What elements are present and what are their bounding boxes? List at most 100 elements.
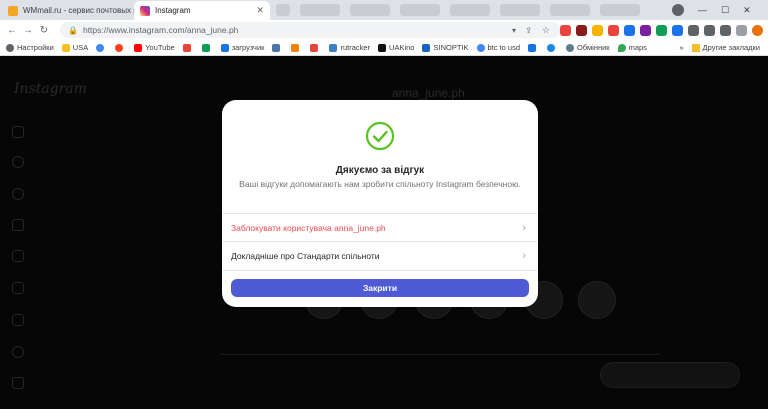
back-icon[interactable]: ←: [4, 25, 20, 36]
tab-instagram[interactable]: Instagram ✕: [134, 1, 270, 20]
community-standards-label: Докладніше про Стандарти спільноти: [231, 251, 380, 261]
reels-icon: [12, 219, 24, 231]
sidebar-item-explore[interactable]: [12, 188, 36, 200]
dialog-subtitle: Ваші відгуки допомагають нам зробити спі…: [239, 179, 521, 189]
lock-icon: 🔒: [68, 25, 78, 35]
bookmark-item[interactable]: maps: [617, 43, 647, 52]
block-user-label: Заблокувати користувача anna_june.ph: [231, 223, 386, 233]
sidebar-item-messages[interactable]: [12, 250, 36, 262]
extension-icon[interactable]: [688, 24, 699, 36]
bookmark-item[interactable]: Настройки: [6, 43, 54, 52]
exchange-icon: [566, 43, 575, 52]
bookmark-item[interactable]: USA: [61, 43, 88, 52]
bookmark-item[interactable]: Обмінник: [566, 43, 610, 52]
bookmark-item[interactable]: загрузчик: [220, 43, 264, 52]
tab-pinned[interactable]: [350, 4, 390, 16]
yandex-icon: [115, 43, 124, 52]
extension-icon[interactable]: [624, 24, 635, 36]
bookmark-item[interactable]: UAKino: [378, 43, 414, 52]
extension-icon[interactable]: [576, 24, 587, 36]
tab-pinned[interactable]: [300, 4, 340, 16]
share-icon[interactable]: ⇪: [525, 26, 532, 35]
folder-icon: [691, 43, 700, 52]
sidebar-item-home[interactable]: [12, 126, 36, 138]
tab-pinned[interactable]: [400, 4, 440, 16]
sidebar-item-reels[interactable]: [12, 219, 36, 231]
extension-icon[interactable]: [656, 24, 667, 36]
block-user-option[interactable]: Заблокувати користувача anna_june.ph ›: [222, 214, 538, 242]
bookmark-item[interactable]: rutracker: [329, 43, 370, 52]
rutracker-icon: [329, 43, 338, 52]
divider: [222, 270, 538, 271]
message-icon: [12, 250, 24, 262]
gear-icon: [6, 43, 14, 52]
google-icon: [96, 43, 105, 52]
forward-icon[interactable]: →: [20, 25, 36, 36]
search-icon: [12, 156, 24, 168]
tab-close-icon[interactable]: ✕: [252, 5, 264, 16]
download-icon: [220, 43, 229, 52]
home-icon: [12, 126, 24, 138]
bookmark-item[interactable]: [115, 43, 126, 52]
avatar-icon: [12, 346, 24, 358]
extension-icon[interactable]: [560, 24, 571, 36]
extensions-puzzle-icon[interactable]: [736, 24, 747, 36]
chevron-right-icon: »: [679, 43, 684, 52]
sidebar-item-more[interactable]: [12, 377, 36, 389]
bookmark-item[interactable]: [291, 43, 302, 52]
bookmark-item[interactable]: [96, 43, 107, 52]
sidebar-item-profile[interactable]: [12, 346, 36, 358]
url-text: https://www.instagram.com/anna_june.ph: [82, 25, 239, 35]
other-bookmarks[interactable]: » Другие закладки: [679, 43, 760, 52]
extension-icon[interactable]: [640, 24, 651, 36]
close-button[interactable]: Закрити: [231, 279, 529, 297]
sidebar-item-create[interactable]: [12, 314, 36, 326]
bookmark-item[interactable]: [547, 43, 558, 52]
extension-icon[interactable]: [720, 24, 731, 36]
address-bar[interactable]: 🔒 https://www.instagram.com/anna_june.ph…: [60, 22, 560, 38]
tab-pinned[interactable]: [600, 4, 640, 16]
browser-toolbar: ← → ↻ 🔒 https://www.instagram.com/anna_j…: [0, 20, 768, 40]
story-highlight[interactable]: [578, 281, 616, 319]
profile-avatar-icon[interactable]: [752, 24, 763, 36]
extension-icon[interactable]: [672, 24, 683, 36]
maps-pin-icon: [617, 43, 626, 52]
reload-icon[interactable]: ↻: [36, 25, 52, 36]
community-standards-option[interactable]: Докладніше про Стандарти спільноти ›: [222, 242, 538, 270]
bookmark-item[interactable]: [528, 43, 539, 52]
window-close-icon[interactable]: ✕: [743, 5, 751, 16]
google-icon: [476, 43, 485, 52]
sidebar-item-notifications[interactable]: [12, 282, 36, 294]
chevron-right-icon: ›: [522, 222, 526, 234]
messages-pill[interactable]: [600, 362, 740, 388]
extension-icon[interactable]: [608, 24, 619, 36]
bookmark-item[interactable]: [272, 43, 283, 52]
bookmark-item[interactable]: btc to usd: [476, 43, 520, 52]
f-icon: [310, 43, 319, 52]
plus-icon: [12, 314, 24, 326]
bookmark-item[interactable]: YouTube: [134, 43, 175, 52]
instagram-logo: Instagram: [14, 81, 87, 97]
tab-pinned[interactable]: [450, 4, 490, 16]
dialog-title: Дякуємо за відгук: [335, 165, 425, 176]
tab-wmmail[interactable]: WMmail.ru - сервис почтовых ра ✕: [2, 1, 134, 20]
uakino-icon: [378, 43, 387, 52]
profile-icon[interactable]: [672, 4, 684, 16]
sidebar-item-search[interactable]: [12, 156, 36, 168]
tab-pinned[interactable]: [550, 4, 590, 16]
extension-icon[interactable]: [592, 24, 603, 36]
tab-pinned[interactable]: [276, 4, 290, 16]
tab-pinned[interactable]: [500, 4, 540, 16]
bookmark-star-icon[interactable]: ☆: [542, 25, 550, 36]
maximize-icon[interactable]: ☐: [721, 5, 729, 16]
dropdown-icon[interactable]: ▾: [512, 26, 516, 35]
window-controls: — ☐ ✕: [672, 0, 751, 20]
extension-icon[interactable]: [704, 24, 715, 36]
bookmark-item[interactable]: SINOPTIK: [422, 43, 469, 52]
instagram-favicon-icon: [140, 5, 150, 16]
bookmark-item[interactable]: [310, 43, 321, 52]
bookmark-item[interactable]: [201, 43, 213, 52]
minimize-icon[interactable]: —: [698, 5, 707, 15]
drive-icon: [201, 43, 210, 52]
bookmark-item[interactable]: [182, 43, 194, 52]
